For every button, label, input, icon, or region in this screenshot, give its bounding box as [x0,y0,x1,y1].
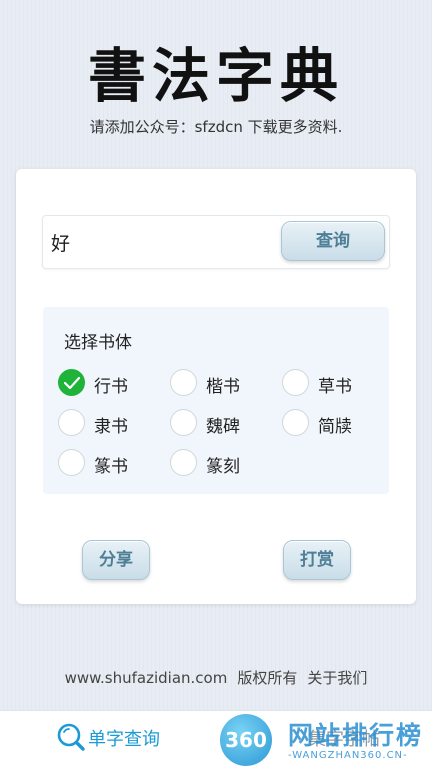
check-icon [64,376,80,390]
app-logo: 書法字典 [87,42,344,110]
radio-unchecked[interactable] [170,449,197,476]
font-option-zhuanshu[interactable]: 篆书 [58,449,168,477]
font-option-label: 简牍 [318,417,352,437]
radio-unchecked[interactable] [58,409,85,436]
radio-unchecked[interactable] [282,409,309,436]
about-link[interactable]: 关于我们 [307,669,367,687]
search-button[interactable]: 查询 [281,221,385,261]
font-select-panel: 选择书体 行书 楷书 草书 隶书 魏碑 简牍 篆书 篆刻 [43,307,389,494]
watermark: 360 网站排行榜 -WANGZHAN360.CN- [218,714,432,768]
search-icon [57,723,85,751]
share-button[interactable]: 分享 [82,540,150,580]
radio-unchecked[interactable] [170,369,197,396]
font-option-label: 隶书 [94,417,128,437]
search-row: 查询 [42,215,390,269]
font-option-kaishu[interactable]: 楷书 [170,369,280,397]
search-input[interactable] [43,216,273,268]
radio-unchecked[interactable] [58,449,85,476]
reward-button[interactable]: 打赏 [283,540,351,580]
font-option-xingshu[interactable]: 行书 [58,369,168,397]
font-option-caoshu[interactable]: 草书 [282,369,392,397]
panel-title: 选择书体 [64,333,132,353]
font-option-zhuanke[interactable]: 篆刻 [170,449,280,477]
subtitle: 请添加公众号：sfzdcn 下载更多资料. [89,118,343,136]
font-option-label: 篆书 [94,457,128,477]
tab-label: 单字查询 [88,729,160,750]
footer-copyright: 版权所有 [237,669,298,687]
watermark-badge: 360 [220,714,272,766]
main-card: 查询 选择书体 行书 楷书 草书 隶书 魏碑 简牍 [16,169,416,604]
font-option-jiandu[interactable]: 简牍 [282,409,392,437]
radio-unchecked[interactable] [170,409,197,436]
radio-unchecked[interactable] [282,369,309,396]
font-option-label: 草书 [318,377,352,397]
font-option-weibei[interactable]: 魏碑 [170,409,280,437]
footer-site[interactable]: www.shufazidian.com [65,669,228,687]
font-option-label: 楷书 [206,377,240,397]
radio-checked[interactable] [58,369,85,396]
footer: www.shufazidian.com 版权所有 关于我们 [0,667,432,688]
font-option-label: 篆刻 [206,457,240,477]
font-option-label: 魏碑 [206,417,240,437]
watermark-title: 网站排行榜 [288,721,424,750]
tab-single-char[interactable]: 单字查询 [0,711,216,768]
font-option-label: 行书 [94,377,128,397]
font-option-lishu[interactable]: 隶书 [58,409,168,437]
watermark-url: -WANGZHAN360.CN- [288,750,408,761]
